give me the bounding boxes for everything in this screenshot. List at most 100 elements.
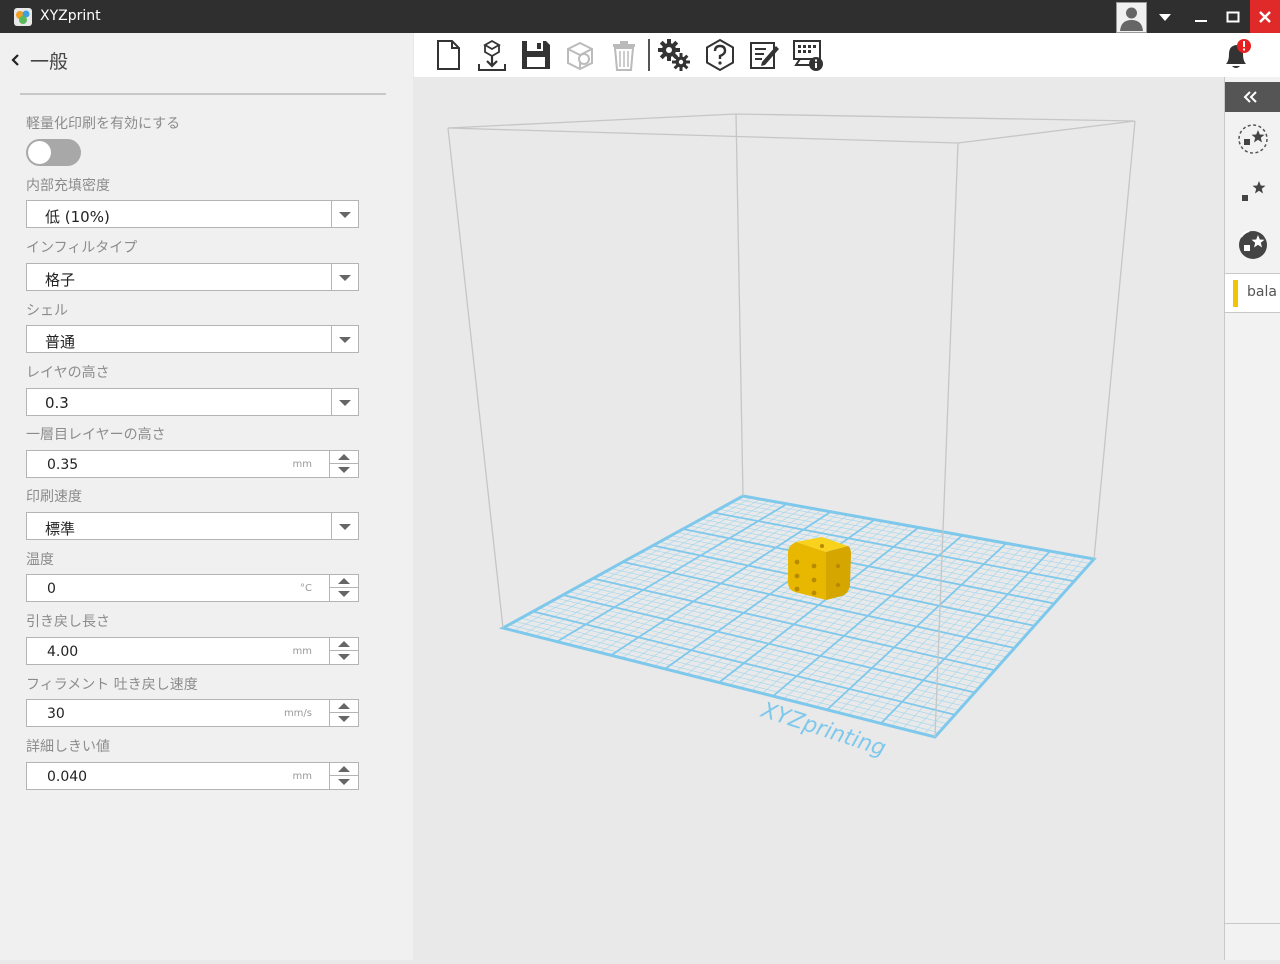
stepper bbox=[329, 700, 358, 726]
first-layer-height-label: 一層目レイヤーの高さ bbox=[26, 427, 166, 443]
stepper bbox=[329, 763, 358, 789]
infill-density-value: 低 (10%) bbox=[45, 208, 110, 226]
shell-select[interactable]: 普通 bbox=[26, 325, 359, 353]
3d-viewport[interactable]: XYZprinting bbox=[414, 77, 1223, 960]
maximize-icon bbox=[1226, 11, 1240, 22]
decrement-button[interactable] bbox=[330, 588, 358, 601]
double-chevron-left-icon bbox=[1243, 91, 1257, 103]
rotate-object-icon[interactable] bbox=[1235, 227, 1271, 263]
layer-height-label: レイヤの高さ bbox=[26, 365, 110, 381]
right-side-panel: bala bbox=[1224, 77, 1280, 960]
new-file-icon[interactable] bbox=[430, 37, 466, 73]
lightweight-print-toggle[interactable] bbox=[26, 139, 81, 166]
stepper bbox=[329, 451, 358, 477]
detail-threshold-label: 詳細しきい値 bbox=[26, 739, 110, 755]
close-button[interactable] bbox=[1250, 0, 1280, 33]
decrement-button[interactable] bbox=[330, 713, 358, 726]
retraction-length-input[interactable]: 4.00 mm bbox=[26, 637, 359, 665]
layer-height-value: 0.3 bbox=[45, 394, 69, 412]
increment-button[interactable] bbox=[330, 638, 358, 651]
window-title: XYZprint bbox=[40, 8, 101, 24]
account-dropdown-button[interactable] bbox=[1148, 0, 1182, 33]
user-avatar[interactable] bbox=[1116, 2, 1147, 33]
unit-label: mm bbox=[292, 459, 312, 470]
collapse-button[interactable] bbox=[1225, 82, 1280, 112]
print-speed-select[interactable]: 標準 bbox=[26, 512, 359, 540]
print-speed-label: 印刷速度 bbox=[26, 489, 82, 505]
maximize-button[interactable] bbox=[1216, 0, 1250, 33]
section-title: 一般 bbox=[30, 50, 69, 73]
decrement-button[interactable] bbox=[330, 651, 358, 664]
dropdown-arrow-icon[interactable] bbox=[331, 389, 358, 415]
unit-label: mm bbox=[292, 771, 312, 782]
dropdown-arrow-icon[interactable] bbox=[331, 513, 358, 539]
infill-type-label: インフィルタイプ bbox=[26, 240, 138, 256]
lightweight-print-label: 軽量化印刷を有効にする bbox=[26, 116, 181, 132]
decrement-button[interactable] bbox=[330, 464, 358, 477]
temperature-value: 0 bbox=[47, 581, 56, 597]
close-icon bbox=[1259, 10, 1271, 23]
title-bar: XYZprint bbox=[0, 0, 1280, 33]
shell-value: 普通 bbox=[45, 333, 76, 351]
divider bbox=[1225, 923, 1280, 924]
settings-gears-icon[interactable] bbox=[656, 37, 692, 73]
temperature-input[interactable]: 0 °C bbox=[26, 574, 359, 602]
temperature-label: 温度 bbox=[26, 552, 54, 568]
retraction-length-value: 4.00 bbox=[47, 644, 79, 660]
increment-button[interactable] bbox=[330, 763, 358, 776]
first-layer-height-value: 0.35 bbox=[47, 457, 79, 473]
settings-panel: 一般 軽量化印刷を有効にする 内部充填密度 低 (10%) インフィルタイプ 格… bbox=[0, 33, 413, 960]
import-icon[interactable] bbox=[474, 37, 510, 73]
retraction-speed-label: フィラメント 吐き戻し速度 bbox=[26, 677, 198, 693]
toolbar bbox=[414, 33, 1280, 77]
detail-threshold-value: 0.040 bbox=[47, 769, 88, 785]
increment-button[interactable] bbox=[330, 700, 358, 713]
auto-arrange-icon[interactable] bbox=[1235, 121, 1271, 157]
first-layer-height-input[interactable]: 0.35 mm bbox=[26, 450, 359, 478]
chevron-left-icon bbox=[11, 54, 19, 66]
printer-info-icon[interactable] bbox=[790, 37, 826, 73]
unit-label: mm/s bbox=[283, 708, 312, 719]
layer-height-select[interactable]: 0.3 bbox=[26, 388, 359, 416]
dropdown-arrow-icon[interactable] bbox=[331, 264, 358, 290]
build-volume-scene: XYZprinting bbox=[447, 113, 1136, 762]
shell-label: シェル bbox=[26, 303, 68, 319]
dropdown-arrow-icon[interactable] bbox=[331, 326, 358, 352]
model-settings-icon[interactable] bbox=[562, 37, 598, 73]
infill-type-value: 格子 bbox=[45, 271, 76, 289]
divider bbox=[20, 93, 386, 95]
save-icon[interactable] bbox=[518, 37, 554, 73]
chevron-down-icon bbox=[1159, 13, 1171, 21]
help-icon[interactable] bbox=[702, 37, 738, 73]
place-object-icon[interactable] bbox=[1235, 175, 1271, 211]
stepper bbox=[329, 575, 358, 601]
minimize-button[interactable] bbox=[1184, 0, 1218, 33]
increment-button[interactable] bbox=[330, 575, 358, 588]
edit-notes-icon[interactable] bbox=[746, 37, 782, 73]
infill-type-select[interactable]: 格子 bbox=[26, 263, 359, 291]
retraction-speed-input[interactable]: 30 mm/s bbox=[26, 699, 359, 727]
dropdown-arrow-icon[interactable] bbox=[331, 201, 358, 227]
trash-icon[interactable] bbox=[606, 37, 642, 73]
infill-density-select[interactable]: 低 (10%) bbox=[26, 200, 359, 228]
build-volume-frame bbox=[447, 113, 1136, 738]
toggle-knob bbox=[28, 141, 51, 164]
stepper bbox=[329, 638, 358, 664]
infill-density-label: 内部充填密度 bbox=[26, 178, 110, 194]
dice-model[interactable] bbox=[788, 537, 851, 600]
notification-bell-icon[interactable] bbox=[1219, 37, 1255, 73]
unit-label: °C bbox=[300, 583, 312, 594]
unit-label: mm bbox=[292, 646, 312, 657]
user-icon bbox=[1120, 7, 1143, 31]
increment-button[interactable] bbox=[330, 451, 358, 464]
back-button[interactable]: 一般 bbox=[10, 48, 69, 73]
minimize-icon bbox=[1195, 19, 1207, 22]
app-logo-icon bbox=[14, 8, 32, 26]
retraction-length-label: 引き戻し長さ bbox=[26, 614, 110, 630]
detail-threshold-input[interactable]: 0.040 mm bbox=[26, 762, 359, 790]
decrement-button[interactable] bbox=[330, 776, 358, 789]
retraction-speed-value: 30 bbox=[47, 706, 65, 722]
print-speed-value: 標準 bbox=[45, 520, 76, 538]
material-tab[interactable]: bala bbox=[1225, 273, 1280, 313]
material-tab-label: bala bbox=[1247, 284, 1277, 300]
